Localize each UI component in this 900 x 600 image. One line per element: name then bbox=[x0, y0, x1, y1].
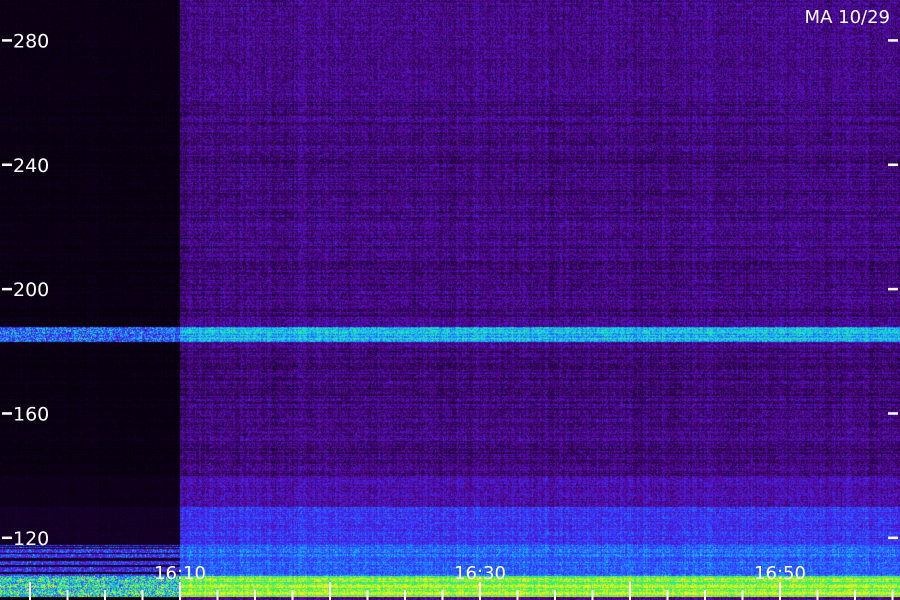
y-tick-label: 280 bbox=[13, 30, 49, 52]
x-tick-label: 16:10 bbox=[154, 563, 206, 584]
chart-overlay: 120 160 200 240 280 16:10 16:30 16:50 MA 10/29 bbox=[2, 7, 898, 600]
y-tick-label: 200 bbox=[13, 279, 49, 301]
x-axis-ticks: 16:10 16:30 16:50 bbox=[29, 563, 894, 600]
y-tick-label: 160 bbox=[13, 403, 49, 425]
x-tick-label: 16:30 bbox=[454, 563, 506, 584]
y-tick-label: 120 bbox=[13, 528, 49, 550]
x-tick-label: 16:50 bbox=[754, 563, 806, 584]
chart-title: MA 10/29 bbox=[805, 7, 890, 28]
y-axis-ticks: 120 160 200 240 280 bbox=[2, 30, 898, 550]
y-tick-label: 240 bbox=[13, 155, 49, 177]
